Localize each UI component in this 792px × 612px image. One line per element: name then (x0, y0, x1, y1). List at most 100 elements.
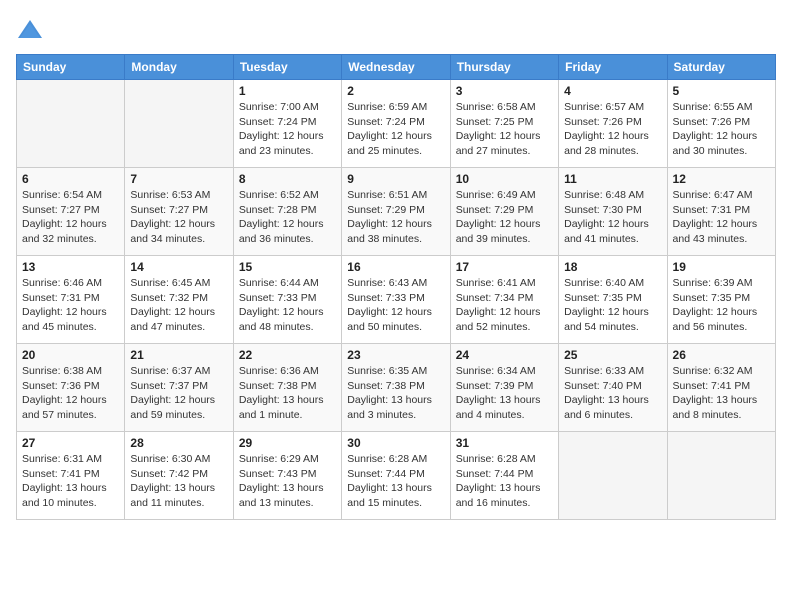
day-detail: Sunrise: 6:33 AM Sunset: 7:40 PM Dayligh… (564, 364, 661, 423)
day-detail: Sunrise: 6:38 AM Sunset: 7:36 PM Dayligh… (22, 364, 119, 423)
day-number: 10 (456, 172, 553, 186)
calendar-week-row: 13 Sunrise: 6:46 AM Sunset: 7:31 PM Dayli… (17, 256, 776, 344)
day-number: 3 (456, 84, 553, 98)
calendar-cell: 10Sunrise: 6:49 AM Sunset: 7:29 PM Dayli… (450, 168, 558, 256)
day-number: 12 (673, 172, 770, 186)
calendar-cell: 30 Sunrise: 6:28 AM Sunset: 7:44 PM Dayli… (342, 432, 450, 520)
day-number: 23 (347, 348, 444, 362)
day-detail: Sunrise: 6:53 AM Sunset: 7:27 PM Dayligh… (130, 188, 227, 247)
calendar-week-row: 1 Sunrise: 7:00 AM Sunset: 7:24 PM Daylig… (17, 80, 776, 168)
page-header (16, 16, 776, 44)
day-number: 15 (239, 260, 336, 274)
day-detail: Sunrise: 6:28 AM Sunset: 7:44 PM Dayligh… (347, 452, 444, 511)
day-number: 7 (130, 172, 227, 186)
col-header-wednesday: Wednesday (342, 55, 450, 80)
calendar-cell: 4Sunrise: 6:57 AM Sunset: 7:26 PM Daylig… (559, 80, 667, 168)
day-number: 19 (673, 260, 770, 274)
day-detail: Sunrise: 6:55 AM Sunset: 7:26 PM Dayligh… (673, 100, 770, 159)
day-detail: Sunrise: 6:30 AM Sunset: 7:42 PM Dayligh… (130, 452, 227, 511)
day-number: 5 (673, 84, 770, 98)
calendar-cell: 7 Sunrise: 6:53 AM Sunset: 7:27 PM Daylig… (125, 168, 233, 256)
calendar-cell: 11Sunrise: 6:48 AM Sunset: 7:30 PM Dayli… (559, 168, 667, 256)
day-number: 26 (673, 348, 770, 362)
day-detail: Sunrise: 6:54 AM Sunset: 7:27 PM Dayligh… (22, 188, 119, 247)
day-detail: Sunrise: 6:36 AM Sunset: 7:38 PM Dayligh… (239, 364, 336, 423)
calendar-cell: 20 Sunrise: 6:38 AM Sunset: 7:36 PM Dayli… (17, 344, 125, 432)
calendar-cell: 15 Sunrise: 6:44 AM Sunset: 7:33 PM Dayli… (233, 256, 341, 344)
day-number: 29 (239, 436, 336, 450)
calendar-cell: 8 Sunrise: 6:52 AM Sunset: 7:28 PM Daylig… (233, 168, 341, 256)
day-number: 25 (564, 348, 661, 362)
day-detail: Sunrise: 6:57 AM Sunset: 7:26 PM Dayligh… (564, 100, 661, 159)
day-number: 1 (239, 84, 336, 98)
calendar-table: SundayMondayTuesdayWednesdayThursdayFrid… (16, 54, 776, 520)
calendar-cell: 9Sunrise: 6:51 AM Sunset: 7:29 PM Daylig… (342, 168, 450, 256)
day-detail: Sunrise: 6:37 AM Sunset: 7:37 PM Dayligh… (130, 364, 227, 423)
day-number: 22 (239, 348, 336, 362)
calendar-cell: 6 Sunrise: 6:54 AM Sunset: 7:27 PM Daylig… (17, 168, 125, 256)
calendar-cell: 17 Sunrise: 6:41 AM Sunset: 7:34 PM Dayli… (450, 256, 558, 344)
day-detail: Sunrise: 6:45 AM Sunset: 7:32 PM Dayligh… (130, 276, 227, 335)
calendar-cell: 19 Sunrise: 6:39 AM Sunset: 7:35 PM Dayli… (667, 256, 775, 344)
day-detail: Sunrise: 6:35 AM Sunset: 7:38 PM Dayligh… (347, 364, 444, 423)
calendar-cell (667, 432, 775, 520)
day-detail: Sunrise: 6:29 AM Sunset: 7:43 PM Dayligh… (239, 452, 336, 511)
day-number: 9 (347, 172, 444, 186)
day-detail: Sunrise: 6:43 AM Sunset: 7:33 PM Dayligh… (347, 276, 444, 335)
calendar-cell: 22 Sunrise: 6:36 AM Sunset: 7:38 PM Dayli… (233, 344, 341, 432)
calendar-cell: 14 Sunrise: 6:45 AM Sunset: 7:32 PM Dayli… (125, 256, 233, 344)
col-header-sunday: Sunday (17, 55, 125, 80)
day-detail: Sunrise: 6:40 AM Sunset: 7:35 PM Dayligh… (564, 276, 661, 335)
calendar-cell (125, 80, 233, 168)
day-detail: Sunrise: 6:59 AM Sunset: 7:24 PM Dayligh… (347, 100, 444, 159)
day-number: 8 (239, 172, 336, 186)
day-number: 6 (22, 172, 119, 186)
day-number: 17 (456, 260, 553, 274)
day-number: 24 (456, 348, 553, 362)
day-number: 13 (22, 260, 119, 274)
col-header-friday: Friday (559, 55, 667, 80)
day-detail: Sunrise: 6:46 AM Sunset: 7:31 PM Dayligh… (22, 276, 119, 335)
day-number: 28 (130, 436, 227, 450)
day-detail: Sunrise: 6:32 AM Sunset: 7:41 PM Dayligh… (673, 364, 770, 423)
day-detail: Sunrise: 6:41 AM Sunset: 7:34 PM Dayligh… (456, 276, 553, 335)
calendar-cell: 24Sunrise: 6:34 AM Sunset: 7:39 PM Dayli… (450, 344, 558, 432)
day-number: 31 (456, 436, 553, 450)
calendar-cell: 2 Sunrise: 6:59 AM Sunset: 7:24 PM Daylig… (342, 80, 450, 168)
calendar-cell: 27Sunrise: 6:31 AM Sunset: 7:41 PM Dayli… (17, 432, 125, 520)
calendar-cell: 12Sunrise: 6:47 AM Sunset: 7:31 PM Dayli… (667, 168, 775, 256)
calendar-cell (559, 432, 667, 520)
calendar-week-row: 27Sunrise: 6:31 AM Sunset: 7:41 PM Dayli… (17, 432, 776, 520)
day-number: 11 (564, 172, 661, 186)
calendar-cell: 26 Sunrise: 6:32 AM Sunset: 7:41 PM Dayli… (667, 344, 775, 432)
day-detail: Sunrise: 7:00 AM Sunset: 7:24 PM Dayligh… (239, 100, 336, 159)
logo (16, 16, 48, 44)
day-number: 30 (347, 436, 444, 450)
day-number: 18 (564, 260, 661, 274)
calendar-cell: 16 Sunrise: 6:43 AM Sunset: 7:33 PM Dayli… (342, 256, 450, 344)
col-header-saturday: Saturday (667, 55, 775, 80)
calendar-cell: 5 Sunrise: 6:55 AM Sunset: 7:26 PM Daylig… (667, 80, 775, 168)
calendar-week-row: 6 Sunrise: 6:54 AM Sunset: 7:27 PM Daylig… (17, 168, 776, 256)
calendar-cell: 3Sunrise: 6:58 AM Sunset: 7:25 PM Daylig… (450, 80, 558, 168)
day-detail: Sunrise: 6:28 AM Sunset: 7:44 PM Dayligh… (456, 452, 553, 511)
day-detail: Sunrise: 6:52 AM Sunset: 7:28 PM Dayligh… (239, 188, 336, 247)
calendar-cell: 29 Sunrise: 6:29 AM Sunset: 7:43 PM Dayli… (233, 432, 341, 520)
day-number: 20 (22, 348, 119, 362)
calendar-cell: 21 Sunrise: 6:37 AM Sunset: 7:37 PM Dayli… (125, 344, 233, 432)
day-detail: Sunrise: 6:39 AM Sunset: 7:35 PM Dayligh… (673, 276, 770, 335)
day-number: 2 (347, 84, 444, 98)
logo-icon (16, 16, 44, 44)
calendar-cell: 1 Sunrise: 7:00 AM Sunset: 7:24 PM Daylig… (233, 80, 341, 168)
calendar-cell: 28 Sunrise: 6:30 AM Sunset: 7:42 PM Dayli… (125, 432, 233, 520)
calendar-week-row: 20 Sunrise: 6:38 AM Sunset: 7:36 PM Dayli… (17, 344, 776, 432)
col-header-thursday: Thursday (450, 55, 558, 80)
day-number: 16 (347, 260, 444, 274)
calendar-header-row: SundayMondayTuesdayWednesdayThursdayFrid… (17, 55, 776, 80)
day-number: 21 (130, 348, 227, 362)
calendar-cell: 18 Sunrise: 6:40 AM Sunset: 7:35 PM Dayli… (559, 256, 667, 344)
calendar-cell: 25 Sunrise: 6:33 AM Sunset: 7:40 PM Dayli… (559, 344, 667, 432)
day-number: 14 (130, 260, 227, 274)
calendar-cell: 23 Sunrise: 6:35 AM Sunset: 7:38 PM Dayli… (342, 344, 450, 432)
day-detail: Sunrise: 6:44 AM Sunset: 7:33 PM Dayligh… (239, 276, 336, 335)
